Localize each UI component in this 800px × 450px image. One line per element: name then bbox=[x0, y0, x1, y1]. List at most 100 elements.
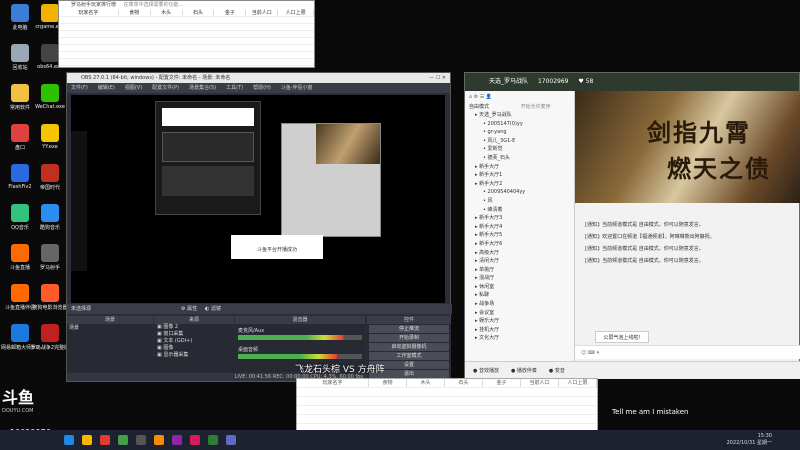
obs-props-label: 属性 bbox=[187, 306, 198, 312]
live-room-window[interactable]: 天选_罗马战队 17002969 ♥ 58 ⌂ ⚙ ☰ 👤 自由模式 开始允许麦… bbox=[464, 72, 800, 379]
desktop-icon[interactable]: 此电脑 bbox=[4, 4, 36, 31]
live-bottom-button[interactable]: ● 变音 bbox=[549, 367, 565, 374]
obs-control-button[interactable]: 工作室模式 bbox=[369, 352, 449, 360]
obs-menu-item[interactable]: 帮助(H) bbox=[253, 83, 271, 93]
channel-item[interactable]: • 爱新觉 bbox=[465, 145, 574, 154]
channel-item[interactable]: ▸ 战争场 bbox=[465, 300, 574, 309]
obs-control-button[interactable]: 停止推流 bbox=[369, 325, 449, 333]
live-bottom-button[interactable]: ● 播放伴奏 bbox=[511, 367, 537, 374]
channel-item[interactable]: ▸ 新手大厅2 bbox=[465, 180, 574, 189]
column-header[interactable]: 石头 bbox=[445, 379, 483, 387]
desktop-icon[interactable]: 回收站 bbox=[4, 44, 36, 71]
column-header[interactable]: 食物 bbox=[119, 10, 151, 16]
scene-item[interactable]: 场景 bbox=[67, 324, 153, 332]
column-header[interactable]: 玩家名字 bbox=[59, 10, 119, 16]
column-header[interactable]: 木头 bbox=[407, 379, 445, 387]
desktop-icon[interactable]: QQ音乐 bbox=[4, 204, 36, 231]
app-icon[interactable] bbox=[226, 435, 236, 445]
channel-item[interactable]: ▸ 新手大厅4 bbox=[465, 223, 574, 232]
live-bottom-button[interactable]: ● 音效播放 bbox=[473, 367, 499, 374]
obs-menu-item[interactable]: 场景集合(S) bbox=[189, 83, 216, 93]
source-item[interactable]: ▣ 文本 (GDI+) bbox=[154, 338, 234, 345]
channel-item[interactable]: ▸ 会议室 bbox=[465, 309, 574, 318]
channel-item[interactable]: ▸ 新手大厅6 bbox=[465, 240, 574, 249]
channel-item[interactable]: ▸ 天选_罗马战队 bbox=[465, 111, 574, 120]
obs-window[interactable]: OBS 27.0.1 (64-bit, windows) - 配置文件: 未命名… bbox=[66, 72, 452, 382]
desktop-icon[interactable]: 搜狗电影浏览器 bbox=[33, 284, 68, 311]
desktop-icon[interactable]: 酷狗音乐 bbox=[34, 204, 66, 231]
channel-item[interactable]: ▸ 单挑厅 bbox=[465, 266, 574, 275]
column-header[interactable]: 当前人口 bbox=[521, 379, 559, 387]
column-header[interactable]: 木头 bbox=[151, 10, 183, 16]
channel-item[interactable]: ▸ 新手大厅1 bbox=[465, 171, 574, 180]
app-icon[interactable] bbox=[190, 435, 200, 445]
channel-item[interactable]: • gr-yang bbox=[465, 128, 574, 137]
column-header[interactable]: 金子 bbox=[214, 10, 247, 16]
channel-item[interactable]: • 2009540404yy bbox=[465, 188, 574, 197]
obs-menu-item[interactable]: 工具(T) bbox=[226, 83, 243, 93]
start-icon[interactable] bbox=[64, 435, 74, 445]
column-header[interactable]: 玩家名字 bbox=[297, 379, 369, 387]
source-item[interactable]: ▣ 图像 bbox=[154, 345, 234, 352]
desktop-icon[interactable]: FlashFiv2 bbox=[4, 164, 36, 190]
channel-item[interactable]: ▸ 高级大厅 bbox=[465, 249, 574, 258]
douyu-icon[interactable] bbox=[154, 435, 164, 445]
channel-item[interactable]: ▸ 文化大厅 bbox=[465, 334, 574, 343]
channel-item[interactable]: ▸ 混战厅 bbox=[465, 274, 574, 283]
channel-item[interactable]: • 风儿_3G1-E bbox=[465, 137, 574, 146]
channel-item[interactable]: ▸ 娱乐大厅 bbox=[465, 317, 574, 326]
desktop-icon[interactable]: 斗鱼直播伴侣 bbox=[4, 284, 36, 311]
channel-item[interactable]: ▸ 新手大厅 bbox=[465, 163, 574, 172]
channel-item[interactable]: • 2005147(0)yy bbox=[465, 120, 574, 129]
desktop-icon[interactable]: 常用软件 bbox=[4, 84, 36, 111]
obs-menu-item[interactable]: 视图(V) bbox=[125, 83, 142, 93]
channel-item[interactable]: • 风 bbox=[465, 197, 574, 206]
obs-menu-item[interactable]: 文件(F) bbox=[71, 83, 88, 93]
obs-menu-item[interactable]: 编辑(E) bbox=[98, 83, 115, 93]
taskbar-clock[interactable]: 15:30 2022/10/31 星期一 bbox=[727, 433, 772, 447]
channel-item[interactable]: ▸ 挂机大厅 bbox=[465, 326, 574, 335]
obs-control-button[interactable]: 启动虚拟摄像机 bbox=[369, 343, 449, 351]
desktop-icon[interactable]: WeChat.exe bbox=[34, 84, 66, 110]
channel-item[interactable]: ▸ 清闲大厅 bbox=[465, 257, 574, 266]
app-icon[interactable] bbox=[118, 435, 128, 445]
desktop-icon[interactable]: YY.exe bbox=[34, 124, 66, 150]
channel-item[interactable]: • 峰清着 bbox=[465, 206, 574, 215]
channel-item[interactable]: • 德芙_石头 bbox=[465, 154, 574, 163]
desktop-icon[interactable]: 罗马战争2完整版 bbox=[30, 324, 70, 351]
chat-input[interactable]: ☺ ⌨ ▾ bbox=[575, 345, 800, 359]
channel-item[interactable]: ▸ 私聊 bbox=[465, 291, 574, 300]
source-item[interactable]: ▣ 窗口采集 bbox=[154, 331, 234, 338]
desktop-icon[interactable]: 盘口 bbox=[4, 124, 36, 151]
window-controls-icon[interactable]: — ☐ ✕ bbox=[429, 73, 446, 83]
douyu-logo: 斗鱼 DOUYU.COM bbox=[2, 384, 62, 414]
sheet-top-empty-row bbox=[59, 17, 314, 24]
obs-control-button[interactable]: 开始录制 bbox=[369, 334, 449, 342]
column-header[interactable]: 食物 bbox=[369, 379, 407, 387]
channel-item[interactable]: ▸ 休闲室 bbox=[465, 283, 574, 292]
obs-menu-item[interactable]: 配置文件(P) bbox=[152, 83, 179, 93]
desktop-icon[interactable]: 帝国时代 bbox=[34, 164, 66, 191]
channel-item[interactable]: ▸ 新手大厅3 bbox=[465, 214, 574, 223]
column-header[interactable]: 石头 bbox=[183, 10, 215, 16]
desktop-icon[interactable]: 罗马射手 bbox=[34, 244, 66, 271]
obs-menu-item[interactable]: 斗鱼·伴侣小窗 bbox=[281, 83, 313, 93]
source-item[interactable]: ▣ 图像 2 bbox=[154, 324, 234, 331]
obs-props-button[interactable]: ⚙ 属性 bbox=[181, 304, 197, 314]
column-header[interactable]: 当前人口 bbox=[246, 10, 279, 16]
app-icon[interactable] bbox=[172, 435, 182, 445]
top-spreadsheet-window[interactable]: 罗马射手玩家排行榜 在菜单中选择需要的功能... 玩家名字 食物 木头 石头 金子 当前人… bbox=[58, 0, 315, 68]
obs-filters-button[interactable]: ◐ 滤镜 bbox=[205, 304, 221, 314]
app-icon[interactable] bbox=[100, 435, 110, 445]
column-header[interactable]: 人口上限 bbox=[278, 10, 314, 16]
desktop-icon-label: 罗马战争2完整版 bbox=[30, 345, 70, 351]
source-item[interactable]: ▣ 显示器采集 bbox=[154, 352, 234, 359]
column-header[interactable]: 人口上限 bbox=[559, 379, 597, 387]
obs-preview[interactable]: 斗鱼平台开播成功 bbox=[71, 95, 445, 303]
column-header[interactable]: 金子 bbox=[483, 379, 521, 387]
channel-item[interactable]: ▸ 新手大厅5 bbox=[465, 231, 574, 240]
folder-icon[interactable] bbox=[82, 435, 92, 445]
desktop-icon[interactable]: 斗鱼直播 bbox=[4, 244, 36, 271]
excel-icon[interactable] bbox=[208, 435, 218, 445]
obs-icon[interactable] bbox=[136, 435, 146, 445]
